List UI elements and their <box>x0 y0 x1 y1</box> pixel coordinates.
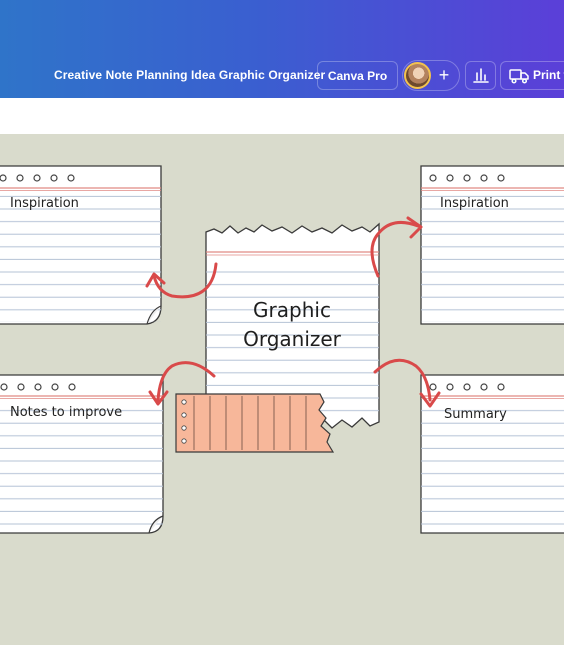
note-label-top-right[interactable]: Inspiration <box>440 196 509 211</box>
center-title-line-2: Organizer <box>243 327 341 351</box>
print-label[interactable]: Print w <box>533 68 564 82</box>
avatar[interactable] <box>404 62 431 89</box>
note-card-bottom-right[interactable] <box>420 374 564 534</box>
canva-pro-button[interactable]: Canva Pro <box>317 61 398 90</box>
editor-header: Creative Note Planning Idea Graphic Orga… <box>0 0 564 98</box>
center-title[interactable]: Graphic Organizer <box>206 296 378 354</box>
center-title-line-1: Graphic <box>253 298 331 322</box>
note-label-bottom-left[interactable]: Notes to improve <box>10 405 122 420</box>
note-card-top-right[interactable] <box>420 165 564 325</box>
note-card-top-left[interactable] <box>0 165 162 325</box>
note-card-bottom-left[interactable] <box>0 374 164 534</box>
design-canvas[interactable]: Inspiration Inspiration Notes to improve… <box>0 134 564 645</box>
plus-icon[interactable]: + <box>435 63 453 87</box>
canvas-top-spacer <box>0 98 564 134</box>
document-title[interactable]: Creative Note Planning Idea Graphic Orga… <box>54 68 325 82</box>
note-label-top-left[interactable]: Inspiration <box>10 196 79 211</box>
sticky-strip[interactable] <box>175 393 335 453</box>
note-label-bottom-right[interactable]: Summary <box>444 407 507 422</box>
bar-chart-icon <box>473 68 489 83</box>
insights-button[interactable] <box>465 61 496 90</box>
